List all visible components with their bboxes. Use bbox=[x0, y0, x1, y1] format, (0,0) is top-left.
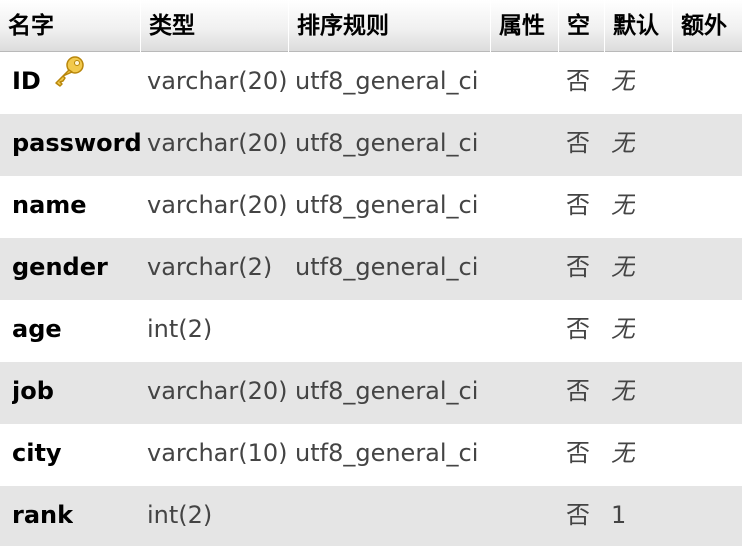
field-null: 否 bbox=[566, 439, 590, 467]
field-name: job bbox=[12, 377, 54, 405]
field-type: int(2) bbox=[147, 315, 213, 343]
field-null: 否 bbox=[566, 67, 590, 95]
field-default: 无 bbox=[611, 315, 635, 343]
key-icon bbox=[51, 52, 85, 108]
col-header-extra[interactable]: 额外 bbox=[672, 0, 742, 52]
table-row[interactable]: job varchar(20) utf8_general_ci 否 无 bbox=[0, 362, 742, 424]
field-null: 否 bbox=[566, 191, 590, 219]
table-row[interactable]: rank int(2) 否 1 bbox=[0, 486, 742, 546]
field-null: 否 bbox=[566, 253, 590, 281]
field-null: 否 bbox=[566, 315, 590, 343]
field-type: varchar(20) bbox=[147, 191, 288, 219]
field-default: 无 bbox=[611, 191, 635, 219]
field-collation: utf8_general_ci bbox=[295, 253, 479, 281]
field-null: 否 bbox=[566, 377, 590, 405]
col-header-collation[interactable]: 排序规则 bbox=[288, 0, 490, 52]
table-row[interactable]: gender varchar(2) utf8_general_ci 否 无 bbox=[0, 238, 742, 300]
table-row[interactable]: name varchar(20) utf8_general_ci 否 无 bbox=[0, 176, 742, 238]
field-default: 1 bbox=[611, 501, 627, 529]
field-type: varchar(20) bbox=[147, 129, 288, 157]
field-name: gender bbox=[12, 253, 108, 281]
field-name: city bbox=[12, 439, 62, 467]
field-default: 无 bbox=[611, 67, 635, 95]
field-type: varchar(10) bbox=[147, 439, 288, 467]
table-row[interactable]: age int(2) 否 无 bbox=[0, 300, 742, 362]
field-default: 无 bbox=[611, 253, 635, 281]
field-null: 否 bbox=[566, 501, 590, 529]
field-default: 无 bbox=[611, 439, 635, 467]
table-row[interactable]: city varchar(10) utf8_general_ci 否 无 bbox=[0, 424, 742, 486]
field-type: varchar(20) bbox=[147, 377, 288, 405]
table-header: 名字 类型 排序规则 属性 空 默认 额外 bbox=[0, 0, 742, 52]
field-collation: utf8_general_ci bbox=[295, 191, 479, 219]
field-default: 无 bbox=[611, 377, 635, 405]
col-header-default[interactable]: 默认 bbox=[604, 0, 672, 52]
col-header-name[interactable]: 名字 bbox=[0, 0, 140, 52]
field-type: int(2) bbox=[147, 501, 213, 529]
field-name: rank bbox=[12, 501, 74, 529]
field-name: name bbox=[12, 191, 87, 219]
field-collation: utf8_general_ci bbox=[295, 439, 479, 467]
field-type: varchar(2) bbox=[147, 253, 273, 281]
field-collation: utf8_general_ci bbox=[295, 377, 479, 405]
field-name-cell: ID bbox=[12, 52, 85, 114]
field-name: password bbox=[12, 129, 142, 157]
field-type: varchar(20) bbox=[147, 67, 288, 95]
field-default: 无 bbox=[611, 129, 635, 157]
field-collation: utf8_general_ci bbox=[295, 67, 479, 95]
col-header-attributes[interactable]: 属性 bbox=[490, 0, 558, 52]
col-header-null[interactable]: 空 bbox=[558, 0, 604, 52]
table-structure-grid: 名字 类型 排序规则 属性 空 默认 额外 ID varchar(20) utf… bbox=[0, 0, 742, 546]
field-null: 否 bbox=[566, 129, 590, 157]
table-row[interactable]: password varchar(20) utf8_general_ci 否 无 bbox=[0, 114, 742, 176]
col-header-type[interactable]: 类型 bbox=[140, 0, 288, 52]
field-name: ID bbox=[12, 67, 41, 95]
field-collation: utf8_general_ci bbox=[295, 129, 479, 157]
field-name: age bbox=[12, 315, 62, 343]
table-row[interactable]: ID varchar(20) utf8_general_ci 否 无 bbox=[0, 52, 742, 114]
